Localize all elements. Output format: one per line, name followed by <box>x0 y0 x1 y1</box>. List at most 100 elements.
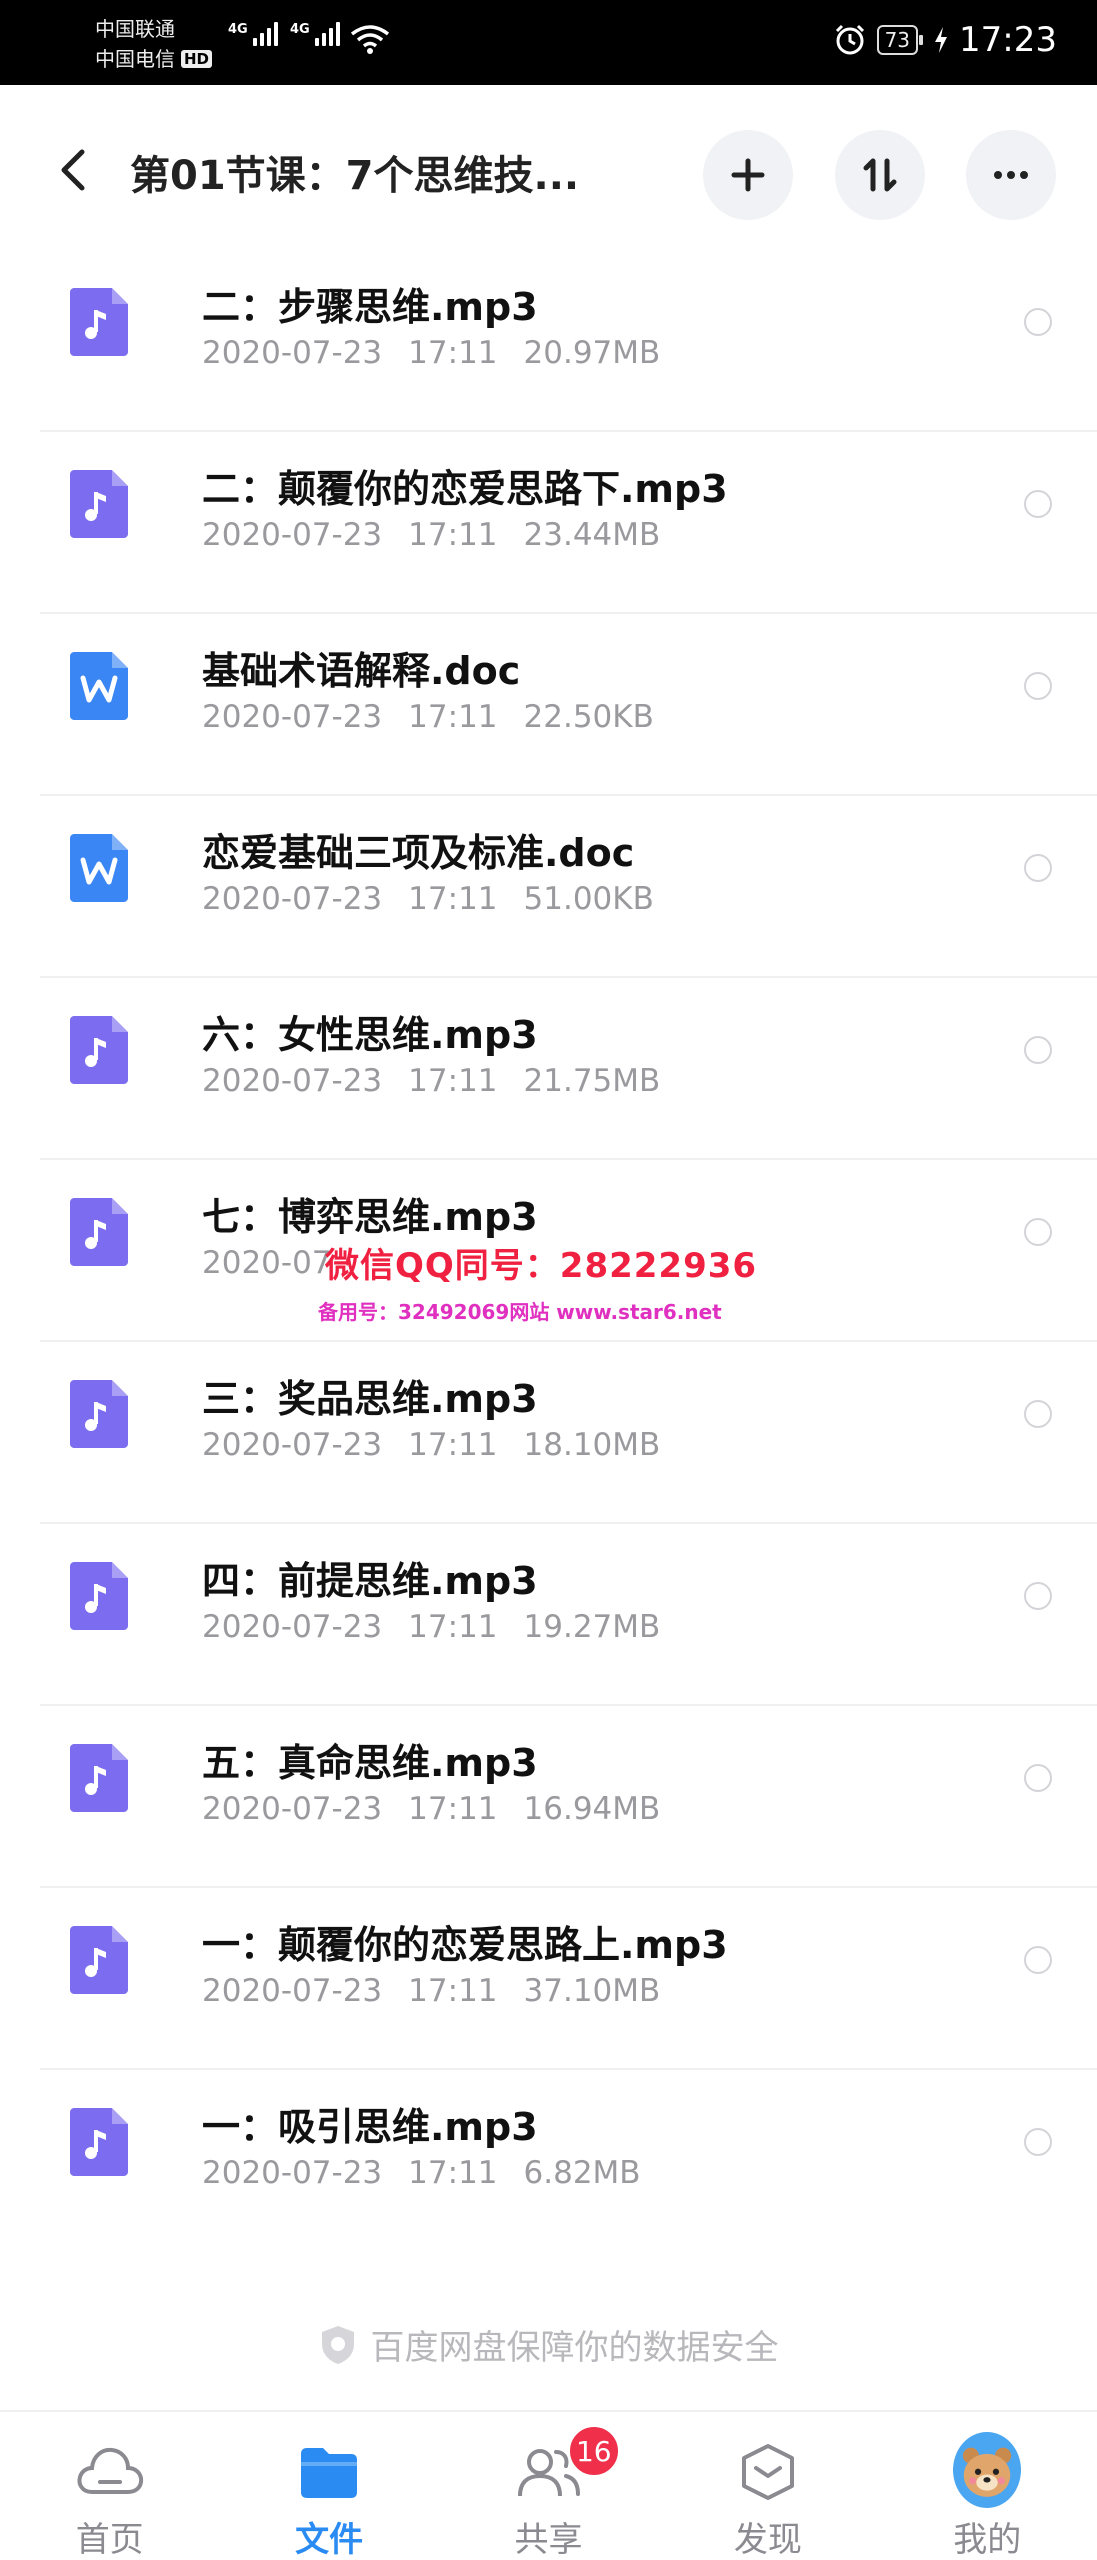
select-checkbox[interactable] <box>1024 854 1052 882</box>
nav-home[interactable]: 首页 <box>0 2412 219 2560</box>
file-name: 七：博弈思维.mp3 <box>202 1195 538 1239</box>
nav-share[interactable]: 16 共享 <box>439 2412 658 2560</box>
file-name: 基础术语解释.doc <box>202 649 521 693</box>
nav-discover[interactable]: 发现 <box>658 2412 877 2560</box>
file-meta: 2020-07-23 17:11 20.97MB <box>202 335 660 371</box>
charging-icon <box>935 27 948 53</box>
nav-share-label: 共享 <box>514 2520 583 2560</box>
file-size: 19.27MB <box>523 1609 661 1645</box>
file-size: 18.10MB <box>523 1427 661 1463</box>
back-icon <box>61 149 85 191</box>
discover-icon <box>741 2444 794 2500</box>
file-row[interactable]: 一：颠覆你的恋爱思路上.mp3 2020-07-23 17:11 37.10MB <box>0 1888 1097 2070</box>
file-time: 17:11 <box>408 1427 498 1463</box>
file-meta: 2020-07-23 17:11 16.94MB <box>202 1791 660 1827</box>
file-row[interactable]: 二：步骤思维.mp3 2020-07-23 17:11 20.97MB <box>0 250 1097 432</box>
nav-profile[interactable]: 我的 <box>878 2412 1097 2560</box>
nav-files[interactable]: 文件 <box>219 2412 438 2560</box>
file-meta: 2020-07-23 17:11 23.44MB <box>202 517 660 553</box>
audio-file-icon <box>70 470 128 538</box>
back-button[interactable] <box>48 140 98 200</box>
file-date: 2020-07-23 <box>202 1973 383 2009</box>
file-row[interactable]: 四：前提思维.mp3 2020-07-23 17:11 19.27MB <box>0 1524 1097 1706</box>
file-meta: 2020-07-23 17:11 22.50KB <box>202 699 654 735</box>
select-checkbox[interactable] <box>1024 2128 1052 2156</box>
file-list: 二：步骤思维.mp3 2020-07-23 17:11 20.97MB 二：颠覆你的恋爱… <box>0 250 1097 2252</box>
file-meta: 2020-07-23 17:11 18.10MB <box>202 1427 660 1463</box>
file-time: 17:11 <box>408 1063 498 1099</box>
select-checkbox[interactable] <box>1024 1218 1052 1246</box>
file-row[interactable]: 五：真命思维.mp3 2020-07-23 17:11 16.94MB <box>0 1706 1097 1888</box>
status-bar: 中国联通 中国电信 HD 4G 4G 73 17:23 <box>0 0 1097 85</box>
file-size: 16.94MB <box>523 1791 661 1827</box>
select-checkbox[interactable] <box>1024 1582 1052 1610</box>
security-note: 百度网盘保障你的数据安全 <box>0 2320 1097 2369</box>
select-checkbox[interactable] <box>1024 1946 1052 1974</box>
file-name: 一：吸引思维.mp3 <box>202 2105 538 2149</box>
file-meta: 2020-07-23 17:11 6.82MB <box>202 2155 641 2191</box>
file-time: 17:11 <box>408 699 498 735</box>
word-file-icon <box>70 834 128 902</box>
select-checkbox[interactable] <box>1024 490 1052 518</box>
wifi-icon <box>350 25 390 54</box>
carrier-name-2: 中国电信 <box>95 47 175 71</box>
file-row[interactable]: 六：女性思维.mp3 2020-07-23 17:11 21.75MB <box>0 978 1097 1160</box>
file-row[interactable]: 二：颠覆你的恋爱思路下.mp3 2020-07-23 17:11 23.44MB <box>0 432 1097 614</box>
file-row[interactable]: 一：吸引思维.mp3 2020-07-23 17:11 6.82MB <box>0 2070 1097 2252</box>
file-date: 2020-07-23 <box>202 1791 383 1827</box>
audio-file-icon <box>70 1016 128 1084</box>
file-name: 四：前提思维.mp3 <box>202 1559 538 1603</box>
battery-indicator: 73 <box>876 25 924 55</box>
file-meta: 2020-07-23 17:11 37.10MB <box>202 1973 660 2009</box>
file-name: 恋爱基础三项及标准.doc <box>202 831 635 875</box>
file-date: 2020-07-23 <box>202 2155 383 2191</box>
signal-icon: 4G <box>228 22 278 46</box>
audio-file-icon <box>70 1198 128 1266</box>
file-date: 2020-07-23 <box>202 517 383 553</box>
select-checkbox[interactable] <box>1024 1400 1052 1428</box>
more-button[interactable] <box>966 130 1056 220</box>
cloud-icon <box>77 2447 143 2494</box>
audio-file-icon <box>70 2108 128 2176</box>
file-name: 一：颠覆你的恋爱思路上.mp3 <box>202 1923 728 1967</box>
file-size: 23.44MB <box>523 517 661 553</box>
file-size: 37.10MB <box>523 1973 661 2009</box>
audio-file-icon <box>70 1562 128 1630</box>
carrier-name-1: 中国联通 <box>95 17 175 41</box>
add-button[interactable] <box>703 130 793 220</box>
shield-icon <box>321 2325 354 2364</box>
select-checkbox[interactable] <box>1024 672 1052 700</box>
sort-button[interactable] <box>835 130 925 220</box>
file-row[interactable]: 恋爱基础三项及标准.doc 2020-07-23 17:11 51.00KB <box>0 796 1097 978</box>
file-row[interactable]: 七：博弈思维.mp3 2020-07 <box>0 1160 1097 1342</box>
file-date: 2020-07-23 <box>202 1609 383 1645</box>
file-meta: 2020-07-23 17:11 51.00KB <box>202 881 654 917</box>
alarm-icon <box>835 24 864 55</box>
file-time: 17:11 <box>408 2155 498 2191</box>
file-time: 17:11 <box>408 335 498 371</box>
nav-discover-label: 发现 <box>733 2520 802 2560</box>
file-date: 2020-07-23 <box>202 1427 383 1463</box>
select-checkbox[interactable] <box>1024 1764 1052 1792</box>
nav-files-label: 文件 <box>295 2520 364 2560</box>
page-title: 第01节课：7个思维技... <box>130 153 580 199</box>
file-time: 17:11 <box>408 1973 498 2009</box>
file-meta: 2020-07-23 17:11 19.27MB <box>202 1609 660 1645</box>
file-size: 22.50KB <box>523 699 654 735</box>
file-size: 21.75MB <box>523 1063 661 1099</box>
audio-file-icon <box>70 1744 128 1812</box>
bottom-nav: 首页 文件 16 共享 发现 我的 <box>0 2410 1097 2560</box>
file-name: 三：奖品思维.mp3 <box>202 1377 538 1421</box>
file-row[interactable]: 基础术语解释.doc 2020-07-23 17:11 22.50KB <box>0 614 1097 796</box>
nav-profile-label: 我的 <box>953 2520 1022 2560</box>
file-time: 17:11 <box>408 881 498 917</box>
file-time: 17:11 <box>408 1791 498 1827</box>
word-file-icon <box>70 652 128 720</box>
select-checkbox[interactable] <box>1024 1036 1052 1064</box>
carrier-info: 中国联通 中国电信 HD <box>95 14 213 74</box>
share-badge: 16 <box>566 2424 621 2478</box>
file-row[interactable]: 三：奖品思维.mp3 2020-07-23 17:11 18.10MB <box>0 1342 1097 1524</box>
file-size: 51.00KB <box>523 881 654 917</box>
audio-file-icon <box>70 1380 128 1448</box>
select-checkbox[interactable] <box>1024 308 1052 336</box>
